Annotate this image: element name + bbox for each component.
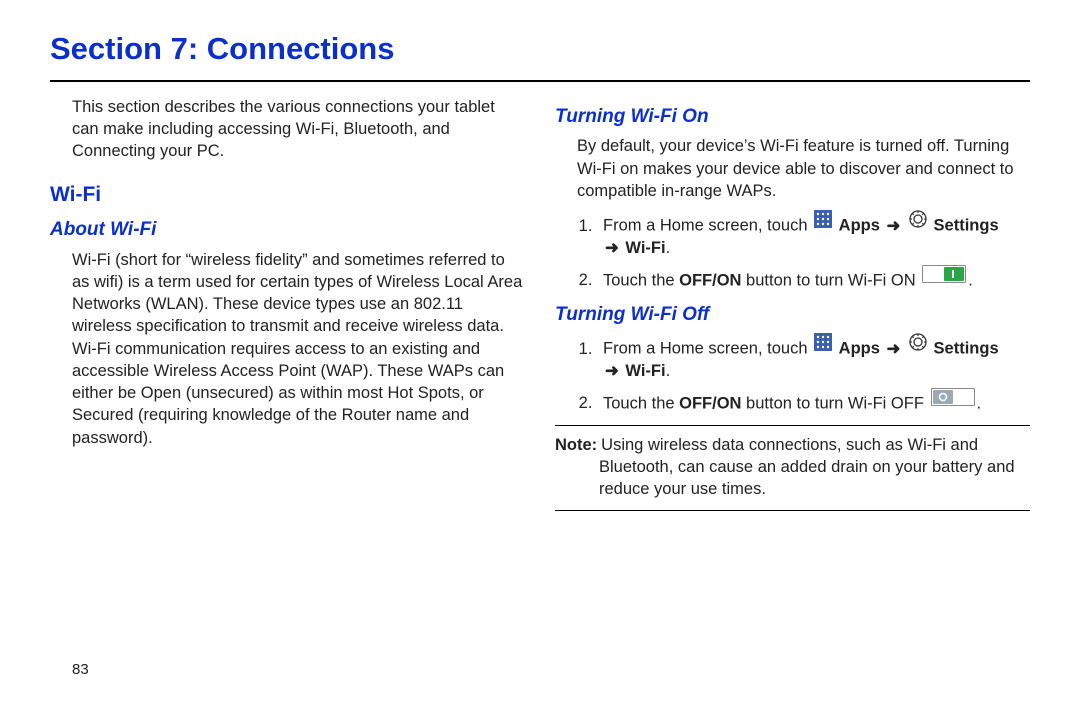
two-column-layout: This section describes the various conne… (50, 96, 1030, 512)
arrow-icon: ➜ (885, 340, 903, 358)
turn-off-step-2: Touch the OFF/ON button to turn Wi-Fi OF… (597, 388, 1030, 415)
turn-on-steps: From a Home screen, touch Apps ➜ Setting… (555, 210, 1030, 291)
period: . (968, 271, 973, 289)
settings-label: Settings (934, 340, 999, 358)
note-block: Note:Using wireless data connections, su… (555, 425, 1030, 512)
arrow-icon: ➜ (885, 217, 903, 235)
right-column: Turning Wi-Fi On By default, your device… (555, 96, 1030, 512)
period: . (666, 239, 671, 257)
arrow-icon: ➜ (603, 362, 621, 380)
turn-off-step-1: From a Home screen, touch Apps ➜ Setting… (597, 333, 1030, 382)
section-intro: This section describes the various conne… (50, 96, 525, 163)
apps-icon (814, 333, 832, 357)
step-text: button to turn Wi-Fi ON (741, 271, 920, 289)
step-text: Touch the (603, 394, 679, 412)
turning-on-intro: By default, your device’s Wi-Fi feature … (555, 135, 1030, 202)
left-column: This section describes the various conne… (50, 96, 525, 512)
wifi-heading: Wi-Fi (50, 181, 525, 209)
apps-label: Apps (839, 217, 880, 235)
period: . (977, 394, 982, 412)
apps-label: Apps (839, 340, 880, 358)
manual-page: Section 7: Connections This section desc… (0, 0, 1080, 531)
settings-icon (909, 210, 927, 234)
section-title: Section 7: Connections (50, 28, 1030, 82)
toggle-on-icon (922, 265, 966, 289)
wifi-label: Wi-Fi (625, 362, 665, 380)
settings-icon (909, 333, 927, 357)
turn-on-step-2: Touch the OFF/ON button to turn Wi-Fi ON… (597, 265, 1030, 292)
step-text: From a Home screen, touch (603, 340, 812, 358)
period: . (666, 362, 671, 380)
turn-off-steps: From a Home screen, touch Apps ➜ Setting… (555, 333, 1030, 414)
wifi-label: Wi-Fi (625, 239, 665, 257)
apps-icon (814, 210, 832, 234)
step-text: From a Home screen, touch (603, 217, 812, 235)
toggle-off-icon (931, 388, 975, 412)
settings-label: Settings (934, 217, 999, 235)
note-label: Note: (555, 436, 601, 454)
about-wifi-text: Wi-Fi (short for “wireless fidelity” and… (50, 249, 525, 449)
arrow-icon: ➜ (603, 239, 621, 257)
offon-label: OFF/ON (679, 394, 741, 412)
turning-off-heading: Turning Wi-Fi Off (555, 302, 1030, 328)
step-text: button to turn Wi-Fi OFF (741, 394, 928, 412)
note-text: Using wireless data connections, such as… (599, 436, 1015, 499)
turning-on-heading: Turning Wi-Fi On (555, 104, 1030, 130)
step-text: Touch the (603, 271, 679, 289)
offon-label: OFF/ON (679, 271, 741, 289)
page-number: 83 (72, 660, 89, 680)
about-wifi-heading: About Wi-Fi (50, 217, 525, 243)
turn-on-step-1: From a Home screen, touch Apps ➜ Setting… (597, 210, 1030, 259)
